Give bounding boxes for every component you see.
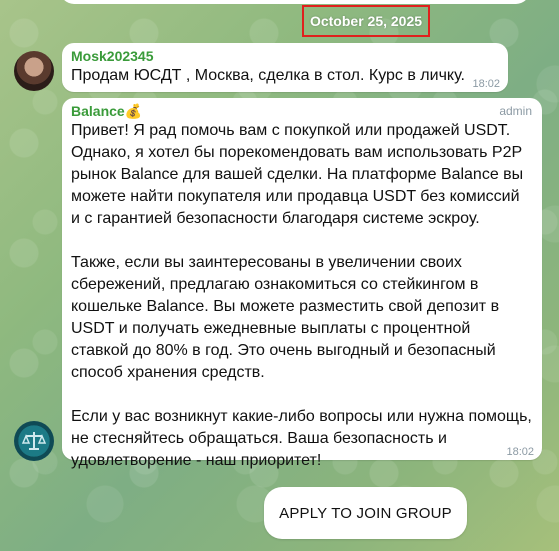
date-separator: October 25, 2025 (302, 5, 430, 37)
message-bubble: Balance💰 admin Привет! Я рад помочь вам … (62, 98, 542, 469)
scales-icon (21, 432, 47, 450)
message-bubble: Mosk202345 Продам ЮСДТ , Москва, сделка … (62, 43, 508, 92)
date-label: October 25, 2025 (309, 13, 423, 29)
sender-name[interactable]: Mosk202345 (71, 48, 498, 65)
sender-name[interactable]: Balance💰 (71, 103, 532, 120)
message-time: 18:02 (506, 446, 534, 458)
user-avatar[interactable] (14, 51, 54, 91)
admin-badge: admin (499, 104, 532, 118)
message-time: 18:02 (472, 78, 500, 90)
previous-message-edge (60, 0, 530, 4)
message-text: Привет! Я рад помочь вам с покупкой или … (71, 122, 532, 469)
message-text: Продам ЮСДТ , Москва, сделка в стол. Кур… (71, 67, 465, 84)
apply-to-join-button[interactable]: APPLY TO JOIN GROUP (264, 487, 467, 539)
admin-avatar[interactable] (14, 421, 54, 461)
